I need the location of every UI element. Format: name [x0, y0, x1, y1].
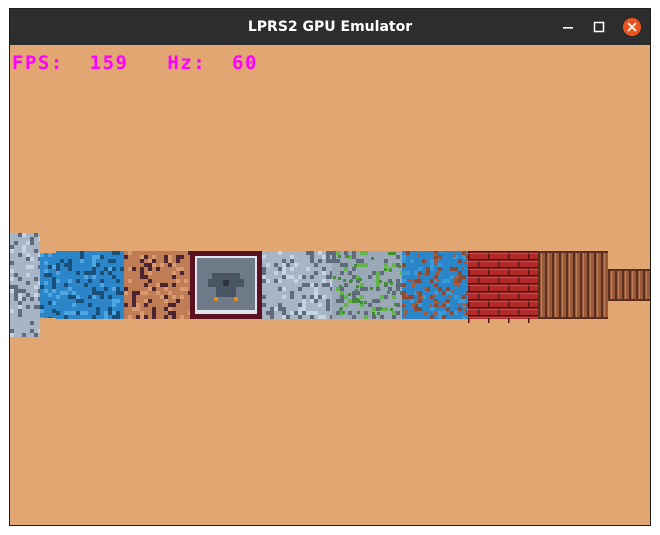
hud-overlay: FPS: 159 Hz: 60: [12, 52, 258, 74]
wall-segment-grey-stone: [262, 251, 332, 319]
wall-segment-brown-cobblestone: [124, 251, 190, 319]
wall-segment-wood-planks: [608, 269, 650, 301]
wall-segment-mossy-stone: [332, 251, 402, 319]
wall-segment-grey-stone: [10, 233, 40, 337]
window-title: LPRS2 GPU Emulator: [247, 19, 413, 35]
wall-segment-blue-mossy-stone: [402, 251, 468, 319]
wall-segment-blue-stone: [56, 251, 124, 319]
minimize-button[interactable]: [556, 15, 580, 39]
close-button[interactable]: [620, 15, 644, 39]
emulator-window: LPRS2 GPU Emulator FPS: 159 Hz: 60: [9, 8, 651, 526]
render-viewport[interactable]: FPS: 159 Hz: 60: [10, 45, 650, 526]
raycast-scene: [10, 233, 650, 337]
maximize-icon: [593, 21, 605, 33]
minimize-icon: [563, 27, 573, 29]
maximize-button[interactable]: [587, 15, 611, 39]
hz-label: Hz:: [167, 52, 207, 74]
wall-segment-blue-stone: [40, 253, 56, 318]
close-icon: [623, 18, 641, 36]
wall-segment-red-brick: [468, 251, 538, 323]
wall-segment-wood-planks: [538, 251, 608, 319]
title-bar[interactable]: LPRS2 GPU Emulator: [10, 9, 650, 45]
fps-value: 159: [89, 52, 129, 74]
fps-label: FPS:: [12, 52, 64, 74]
hz-value: 60: [232, 52, 258, 74]
wall-segment-eagle-emblem: [190, 251, 262, 319]
